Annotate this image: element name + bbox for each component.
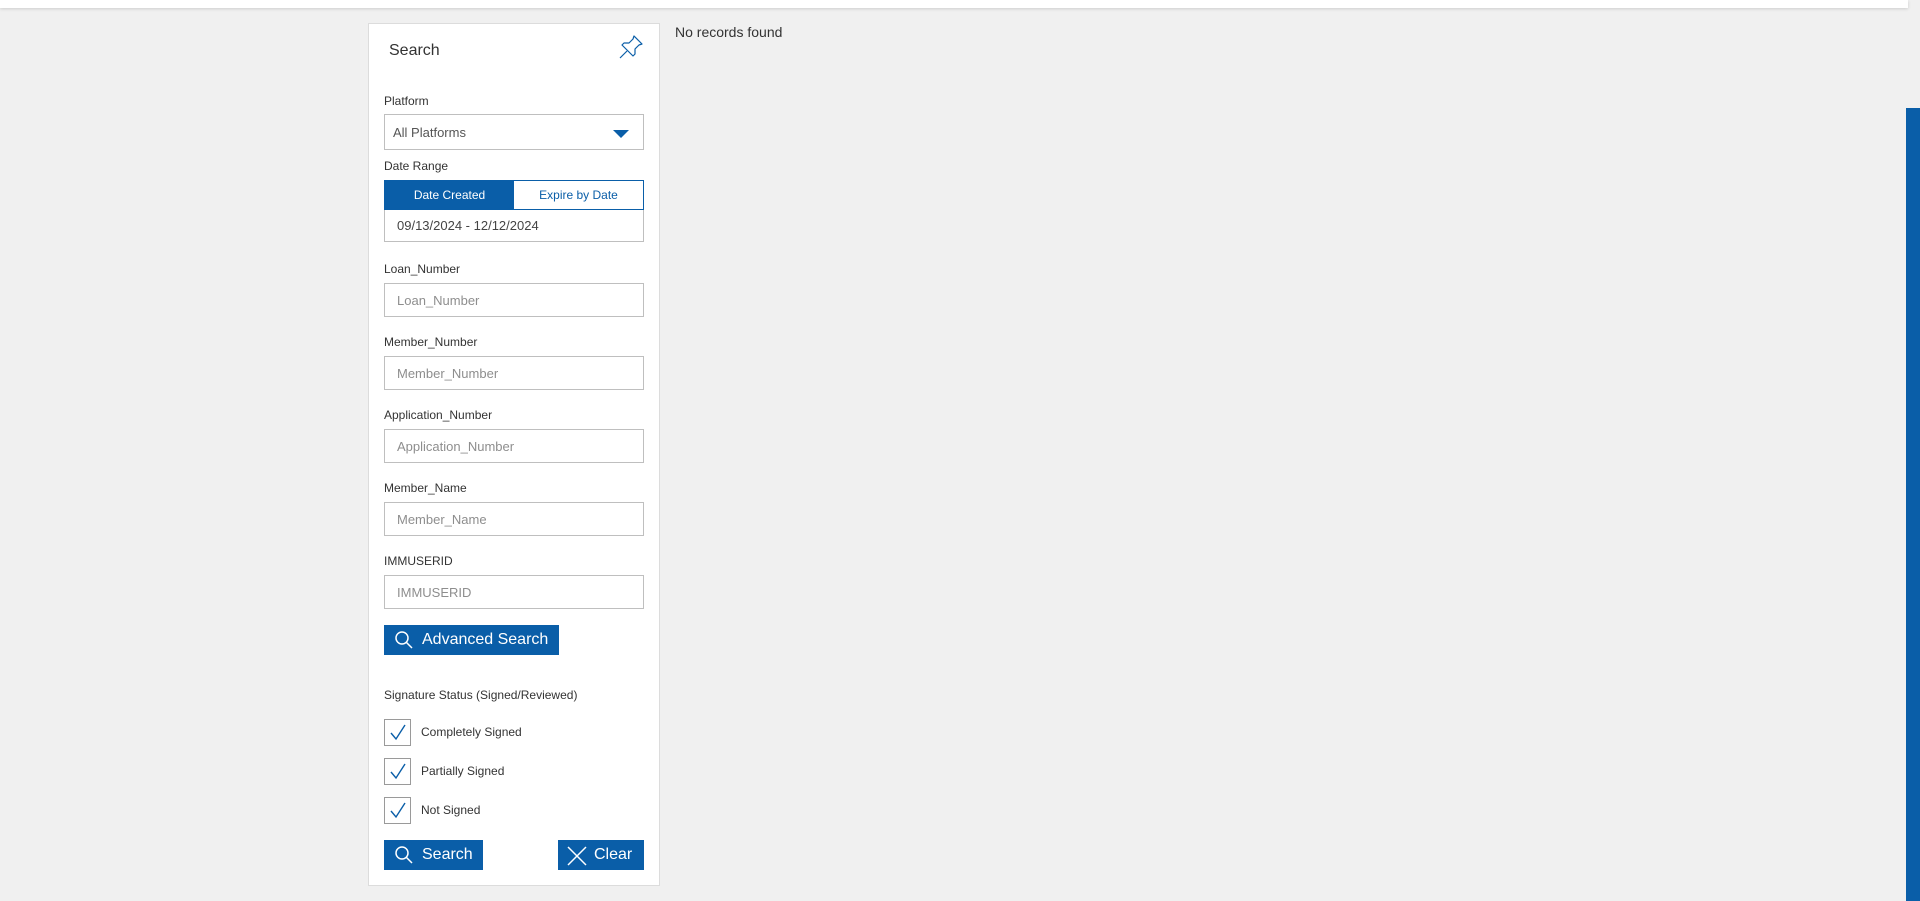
member-number-input[interactable] bbox=[384, 356, 644, 390]
close-icon bbox=[566, 845, 587, 866]
search-icon bbox=[394, 630, 414, 650]
panel-title: Search bbox=[389, 42, 440, 59]
partially-signed-checkbox[interactable] bbox=[384, 757, 411, 785]
partially-signed-label: Partially Signed bbox=[421, 764, 505, 778]
tab-date-created[interactable]: Date Created bbox=[385, 181, 514, 209]
checkbox-row-partially-signed: Partially Signed bbox=[384, 757, 505, 785]
date-range-toggle: Date Created Expire by Date bbox=[384, 180, 644, 210]
member-number-label: Member_Number bbox=[384, 335, 478, 349]
advanced-search-label: Advanced Search bbox=[422, 631, 549, 648]
application-number-label: Application_Number bbox=[384, 408, 493, 422]
top-header-bar bbox=[0, 0, 1908, 8]
platform-selected-value: All Platforms bbox=[393, 125, 466, 140]
loan-number-label: Loan_Number bbox=[384, 262, 461, 276]
application-number-input[interactable] bbox=[384, 429, 644, 463]
checkmark-icon bbox=[389, 763, 406, 780]
date-range-picker[interactable]: 09/13/2024 - 12/12/2024 bbox=[384, 210, 644, 242]
tab-expire-by-date[interactable]: Expire by Date bbox=[514, 181, 643, 209]
platform-select[interactable]: All Platforms bbox=[384, 114, 644, 150]
loan-number-input[interactable] bbox=[384, 283, 644, 317]
checkbox-row-completely-signed: Completely Signed bbox=[384, 718, 522, 746]
completely-signed-checkbox[interactable] bbox=[384, 718, 411, 746]
no-records-message: No records found bbox=[675, 24, 783, 40]
not-signed-checkbox[interactable] bbox=[384, 796, 411, 824]
immuserid-input[interactable] bbox=[384, 575, 644, 609]
completely-signed-label: Completely Signed bbox=[421, 725, 522, 739]
clear-button-label: Clear bbox=[594, 846, 633, 863]
search-icon bbox=[394, 845, 414, 865]
platform-label: Platform bbox=[384, 94, 429, 108]
clear-button[interactable]: Clear bbox=[558, 840, 644, 870]
immuserid-label: IMMUSERID bbox=[384, 554, 453, 568]
advanced-search-button[interactable]: Advanced Search bbox=[384, 625, 559, 655]
pin-icon[interactable] bbox=[617, 33, 645, 61]
search-button-label: Search bbox=[422, 846, 473, 863]
not-signed-label: Not Signed bbox=[421, 803, 481, 817]
date-range-label: Date Range bbox=[384, 159, 449, 173]
search-panel: Search Platform All Platforms Date Range… bbox=[368, 23, 660, 886]
signature-status-label: Signature Status (Signed/Reviewed) bbox=[384, 688, 578, 702]
checkbox-row-not-signed: Not Signed bbox=[384, 796, 481, 824]
member-name-label: Member_Name bbox=[384, 481, 467, 495]
right-scroll-rail[interactable] bbox=[1906, 108, 1920, 901]
checkmark-icon bbox=[389, 802, 406, 819]
checkmark-icon bbox=[389, 724, 406, 741]
chevron-down-icon bbox=[613, 130, 629, 138]
search-button[interactable]: Search bbox=[384, 840, 483, 870]
member-name-input[interactable] bbox=[384, 502, 644, 536]
